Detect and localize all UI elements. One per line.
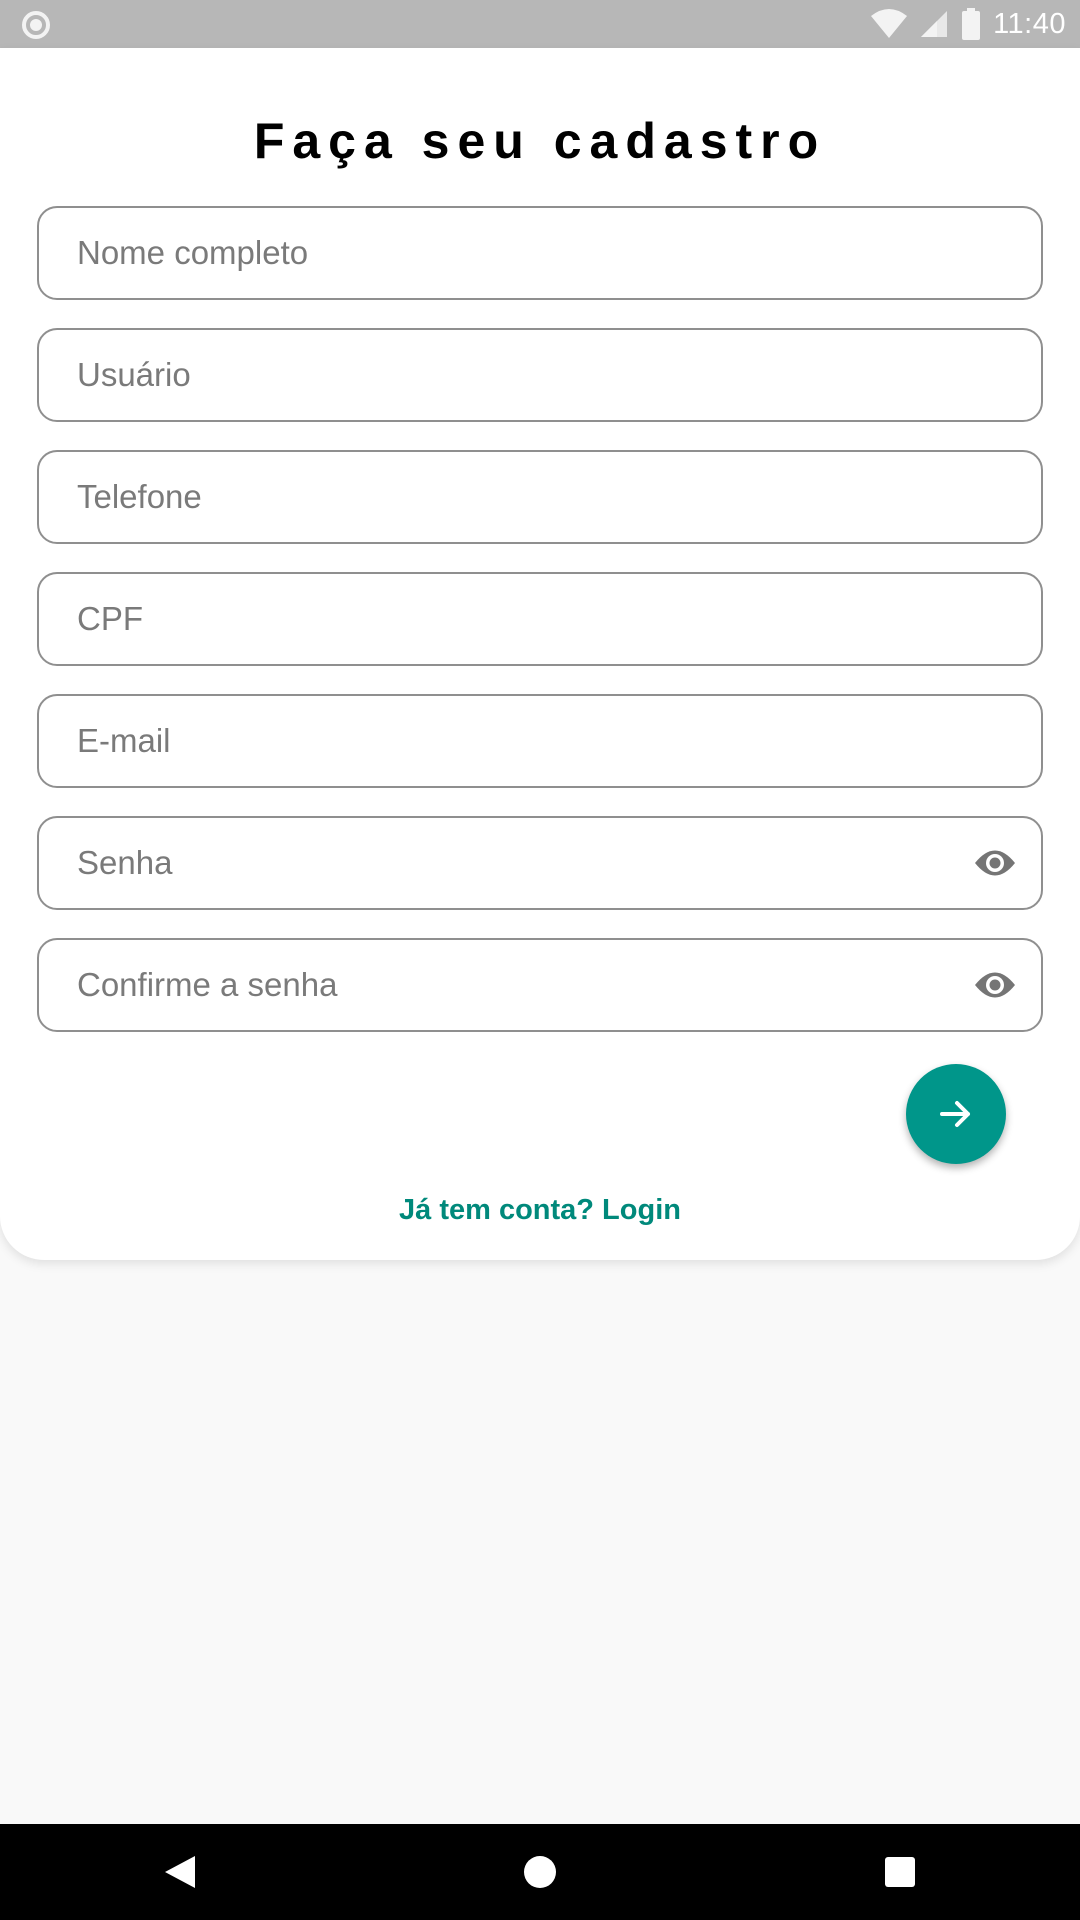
phone-field bbox=[37, 450, 1043, 544]
arrow-right-icon bbox=[940, 1101, 970, 1127]
battery-icon bbox=[962, 8, 981, 40]
login-link[interactable]: Já tem conta? Login bbox=[0, 1194, 1080, 1227]
navigation-bar bbox=[0, 1824, 1080, 1920]
cpf-input[interactable] bbox=[39, 574, 1041, 664]
status-time: 11:40 bbox=[993, 7, 1066, 40]
page-title: Faça seu cadastro bbox=[253, 113, 827, 169]
phone-input[interactable] bbox=[39, 452, 1041, 542]
status-icons: 11:40 bbox=[871, 0, 1066, 48]
eye-icon[interactable] bbox=[973, 844, 1017, 882]
cpf-field bbox=[37, 572, 1043, 666]
eye-icon[interactable] bbox=[973, 966, 1017, 1004]
cellular-icon bbox=[921, 11, 948, 37]
back-icon bbox=[165, 1856, 195, 1888]
notification-icon bbox=[22, 11, 50, 39]
password-input[interactable] bbox=[39, 818, 1041, 908]
username-field bbox=[37, 328, 1043, 422]
recents-icon bbox=[885, 1857, 915, 1887]
full-name-field bbox=[37, 206, 1043, 300]
password-field bbox=[37, 816, 1043, 910]
confirm-password-input[interactable] bbox=[39, 940, 1041, 1030]
home-button[interactable] bbox=[480, 1824, 600, 1920]
home-icon bbox=[524, 1856, 556, 1888]
username-input[interactable] bbox=[39, 330, 1041, 420]
full-name-input[interactable] bbox=[39, 208, 1041, 298]
back-button[interactable] bbox=[120, 1824, 240, 1920]
email-field bbox=[37, 694, 1043, 788]
recents-button[interactable] bbox=[840, 1824, 960, 1920]
status-bar: 11:40 bbox=[0, 0, 1080, 48]
signup-card: Faça seu cadastro Já tem co bbox=[0, 48, 1080, 1260]
email-input[interactable] bbox=[39, 696, 1041, 786]
confirm-password-field bbox=[37, 938, 1043, 1032]
submit-button[interactable] bbox=[906, 1064, 1006, 1164]
wifi-icon bbox=[871, 9, 908, 38]
